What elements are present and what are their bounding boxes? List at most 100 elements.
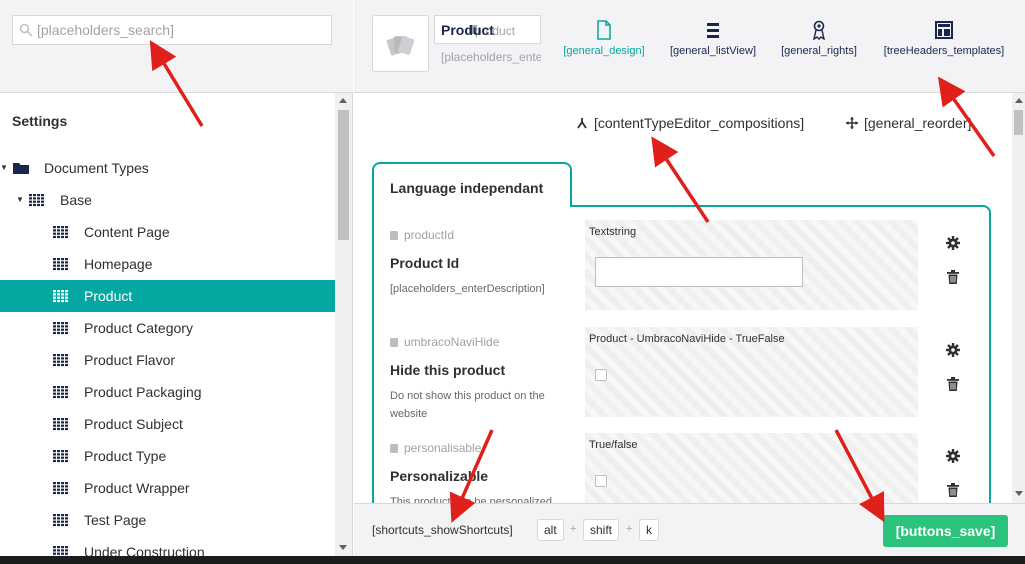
gear-icon[interactable] [946,236,960,250]
property-name[interactable]: Personalizable [390,468,488,484]
tree-item[interactable]: Product Category [0,312,335,344]
show-shortcuts-link[interactable]: [shortcuts_showShortcuts] [372,523,513,537]
tree-item-label: Content Page [84,224,170,240]
property-editor-preview[interactable]: True/false [585,433,918,503]
tab-design[interactable]: [general_design] [559,20,649,70]
key-k: k [639,519,659,541]
tree-item-label: Product Packaging [84,384,202,400]
doctype-tree: ▼ Document Types ▼ Base Content Page Homepage… [0,152,335,556]
reorder-button[interactable]: [general_reorder] [846,115,971,131]
tree-item[interactable]: Product Subject [0,408,335,440]
doctype-icon [53,418,68,431]
lock-icon [390,444,398,453]
compositions-button[interactable]: [contentTypeEditor_compositions] [576,115,804,131]
alias-text: productId [404,228,455,242]
tree-item-label: Base [60,192,92,208]
tree-item-label: Under Construction [84,544,205,556]
property-editor-type: Product - UmbracoNaviHide - TrueFalse [589,333,785,345]
tree-item[interactable]: Product [0,280,335,312]
trash-icon[interactable] [947,270,959,284]
reorder-label: [general_reorder] [864,115,972,131]
search-icon [19,23,33,37]
tree-item[interactable]: Test Page [0,504,335,536]
content-type-icon-picker[interactable] [372,15,429,72]
tree-item[interactable]: Product Type [0,440,335,472]
group-tab-language-independant[interactable]: Language independant [372,162,572,207]
tree-item[interactable]: Product Wrapper [0,472,335,504]
gear-icon[interactable] [946,343,960,357]
property-alias[interactable]: umbracoNaviHide [390,335,499,349]
key-alt: alt [537,519,564,541]
property-editor-type: True/false [589,439,638,451]
scroll-down-arrow[interactable] [339,545,347,550]
tree-item[interactable]: ▼ Document Types [0,152,335,184]
property-name[interactable]: Product Id [390,255,459,271]
search-box[interactable] [12,15,332,45]
key-separator: + [626,523,633,535]
doctype-icon [53,322,68,335]
key-shift: shift [583,519,620,541]
trash-icon[interactable] [947,483,959,497]
property-description[interactable]: Do not show this product on the website [390,387,565,423]
editor-scrollbar[interactable] [1012,93,1025,503]
tree-item-label: Product Category [84,320,193,336]
editor-header: product Product [placeholders_enterDescr… [354,0,1025,93]
property-name[interactable]: Hide this product [390,362,505,378]
save-button[interactable]: [buttons_save] [883,515,1008,547]
tree-item[interactable]: Product Packaging [0,376,335,408]
group-tab-label: Language independant [390,180,544,196]
tab-rights[interactable]: [general_rights] [774,20,864,70]
cards-icon [386,36,415,56]
scrollbar-thumb[interactable] [338,110,349,240]
tree-item-label: Product Wrapper [84,480,190,496]
taskbar-strip [0,556,1025,564]
tab-design-label: [general_design] [563,45,645,57]
scroll-down-arrow[interactable] [1015,491,1023,496]
doctype-icon [53,546,68,556]
name-value: Product [441,22,494,38]
scrollbar-thumb[interactable] [1014,110,1023,135]
property-description[interactable]: [placeholders_enterDescription] [390,280,565,298]
scroll-up-arrow[interactable] [1015,98,1023,103]
layout-icon [935,21,953,39]
property-editor-preview[interactable]: Product - UmbracoNaviHide - TrueFalse [585,327,918,417]
doctype-icon [53,226,68,239]
tree-item-label: Product Flavor [84,352,176,368]
property-editor-type: Textstring [589,226,637,238]
sidebar-scrollbar[interactable] [335,93,352,556]
tree-item-label: Document Types [44,160,149,176]
search-input[interactable] [37,19,327,41]
doctype-icon [53,386,68,399]
compositions-label: [contentTypeEditor_compositions] [594,115,805,131]
tree-item[interactable]: Homepage [0,248,335,280]
settings-sidebar: Settings ▼ Document Types ▼ Base Content Pag… [0,0,353,556]
textstring-preview [595,257,803,287]
tree-item[interactable]: Product Flavor [0,344,335,376]
doctype-icon [53,290,68,303]
property-alias[interactable]: personalisable [390,441,481,455]
move-icon [846,117,858,129]
tree-item-label: Test Page [84,512,147,528]
gear-icon[interactable] [946,449,960,463]
design-editor: [contentTypeEditor_compositions] [genera… [354,93,1025,503]
property-alias[interactable]: productId [390,228,454,242]
key-separator: + [570,523,577,535]
tree-item[interactable]: Content Page [0,216,335,248]
editor-footer: [shortcuts_showShortcuts] alt + shift + … [354,503,1025,556]
tab-listview-label: [general_listView] [669,45,756,57]
checkbox-preview [595,475,607,487]
content-type-name-input[interactable]: product Product [434,15,541,44]
lock-icon [390,231,398,240]
expand-caret-icon[interactable]: ▼ [16,195,26,205]
description-input[interactable]: [placeholders_enterDescription] [441,50,541,64]
tab-listview[interactable]: [general_listView] [663,20,763,70]
trash-icon[interactable] [947,377,959,391]
search-area [0,0,353,93]
tree-item[interactable]: ▼ Base [0,184,335,216]
expand-caret-icon[interactable]: ▼ [0,163,10,173]
scroll-up-arrow[interactable] [339,98,347,103]
property-editor-preview[interactable]: Textstring [585,220,918,310]
tree-item[interactable]: Under Construction [0,536,335,556]
tab-templates[interactable]: [treeHeaders_templates] [877,20,1011,70]
property-description[interactable]: This product can be personalized [390,493,565,503]
